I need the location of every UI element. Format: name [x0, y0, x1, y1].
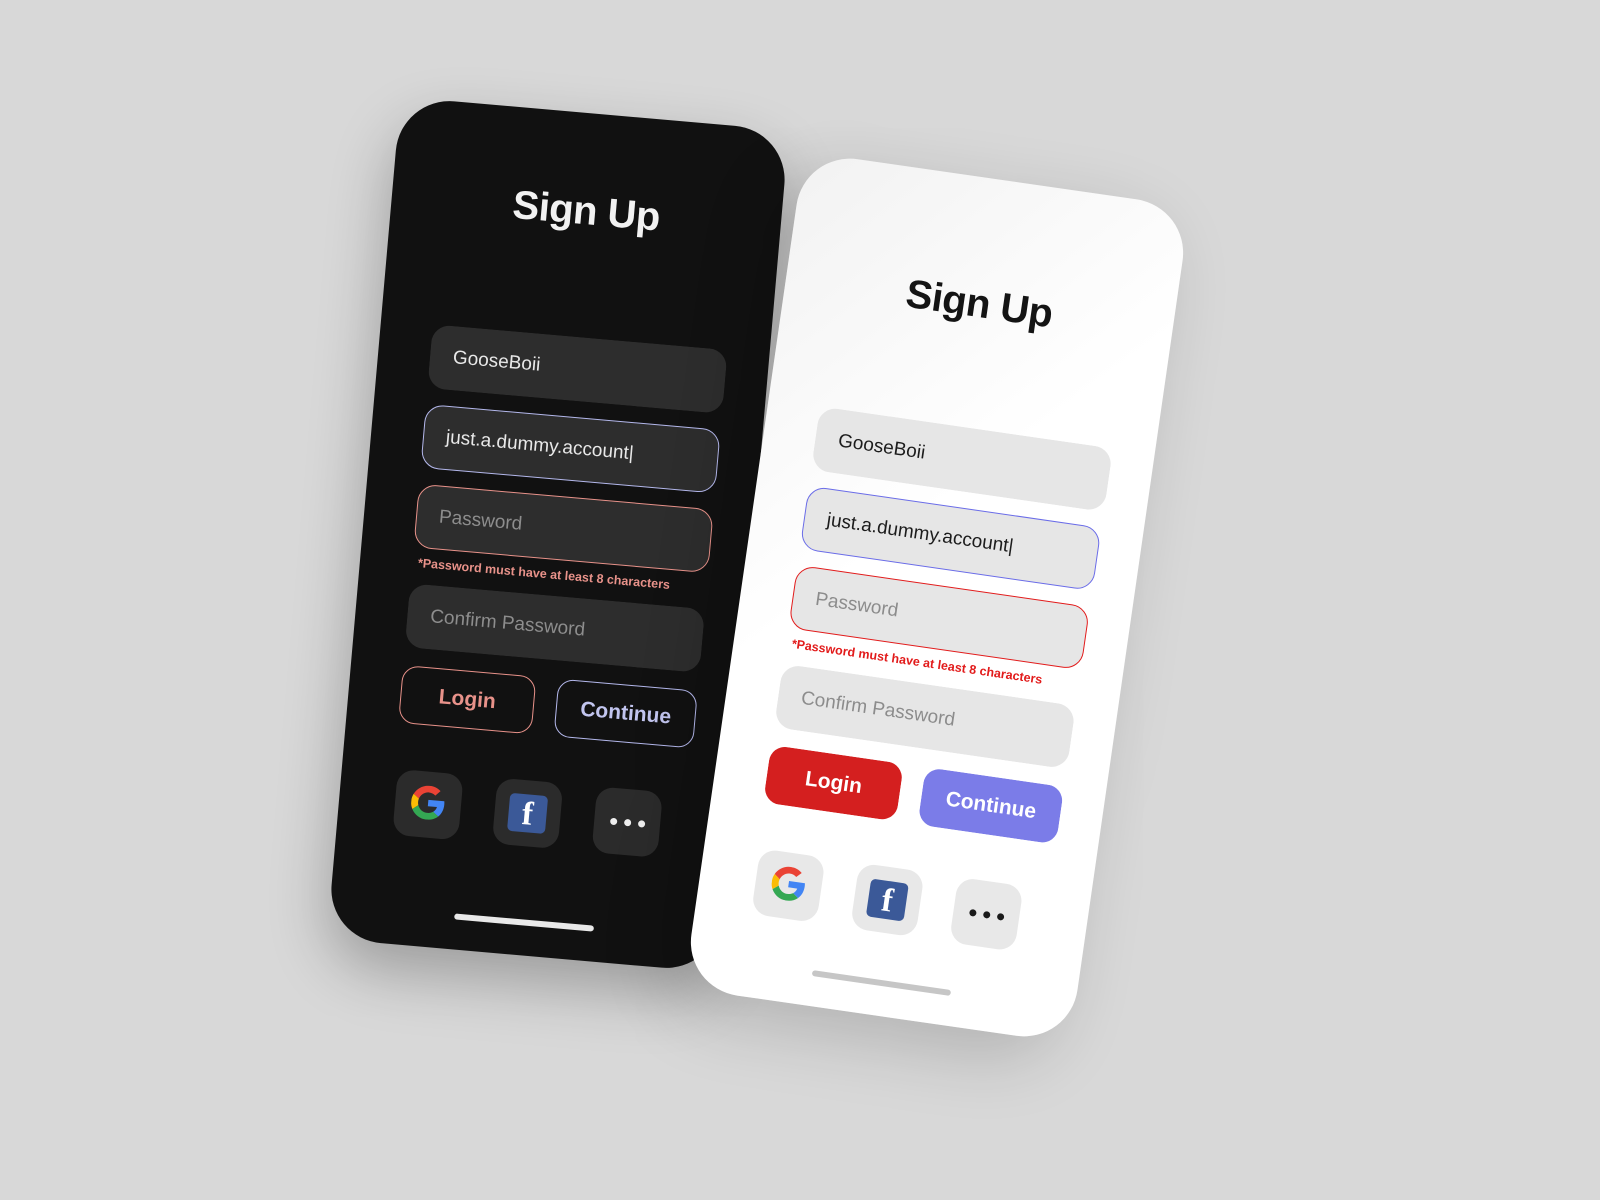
username-input[interactable]: GooseBoii [427, 324, 728, 414]
facebook-login-button[interactable]: f [849, 862, 925, 938]
google-login-button[interactable] [392, 768, 464, 841]
mockup-stage: Sign Up GooseBoii just.a.dummy.account| … [0, 0, 1600, 1200]
more-options-icon [609, 817, 645, 828]
signup-form: GooseBoii just.a.dummy.account| Password… [388, 324, 728, 861]
facebook-icon: f [506, 792, 549, 834]
home-indicator [811, 970, 952, 996]
facebook-glyph: f [879, 882, 896, 920]
confirm-password-input[interactable]: Confirm Password [404, 583, 706, 673]
more-options-icon [968, 908, 1005, 921]
google-icon [769, 864, 808, 907]
email-value: just.a.dummy.account| [445, 426, 635, 465]
google-login-button[interactable] [750, 848, 826, 924]
email-input[interactable]: just.a.dummy.account| [420, 403, 721, 494]
google-icon [409, 784, 446, 826]
page-title: Sign Up [903, 271, 1056, 337]
facebook-glyph: f [520, 795, 535, 833]
home-indicator [454, 913, 595, 932]
facebook-login-button[interactable]: f [491, 777, 564, 850]
confirm-password-placeholder: Confirm Password [429, 606, 586, 641]
continue-button[interactable]: Continue [917, 767, 1065, 845]
social-login-row: f [388, 768, 689, 861]
more-options-button[interactable] [948, 876, 1024, 952]
login-button[interactable]: Login [763, 744, 904, 822]
login-button[interactable]: Login [397, 664, 537, 735]
email-value: just.a.dummy.account| [825, 509, 1015, 558]
password-placeholder: Password [438, 506, 524, 535]
signup-form: GooseBoii just.a.dummy.account| Password… [747, 406, 1114, 956]
username-value: GooseBoii [836, 430, 927, 464]
continue-button[interactable]: Continue [553, 678, 698, 749]
social-login-row: f [747, 848, 1049, 956]
password-placeholder: Password [814, 588, 900, 622]
confirm-password-placeholder: Confirm Password [799, 687, 957, 731]
facebook-icon: f [865, 878, 909, 922]
username-value: GooseBoii [452, 347, 542, 376]
action-buttons: Login Continue [397, 664, 698, 749]
page-title: Sign Up [510, 182, 662, 240]
more-options-button[interactable] [591, 786, 663, 858]
